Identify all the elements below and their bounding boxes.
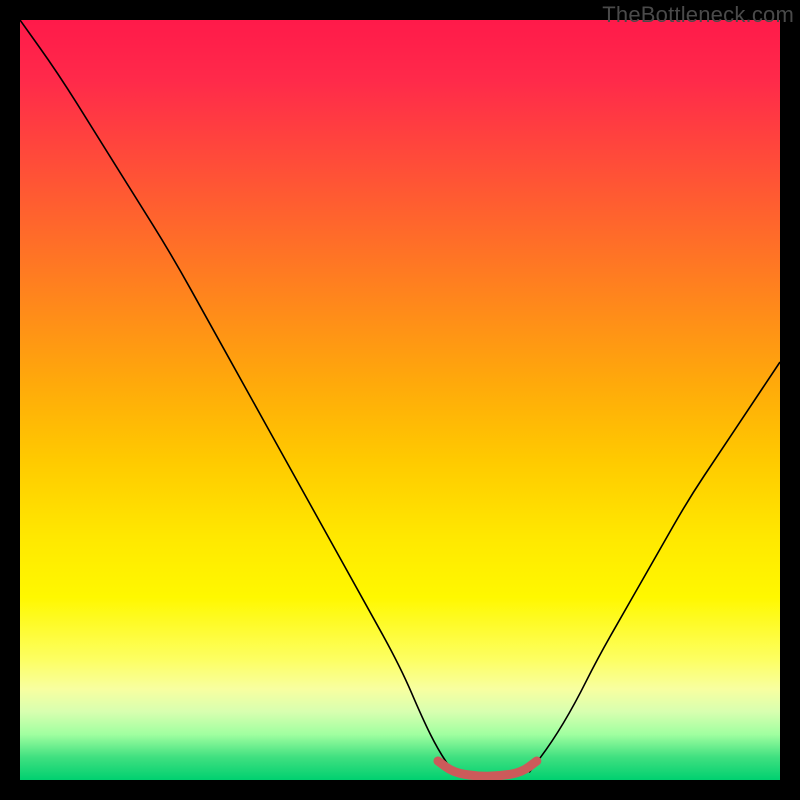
chart-container: TheBottleneck.com <box>0 0 800 800</box>
watermark-text: TheBottleneck.com <box>602 2 794 28</box>
left-curve <box>20 20 453 772</box>
optimal-highlight <box>438 761 537 776</box>
plot-area <box>20 20 780 780</box>
curve-overlay <box>20 20 780 780</box>
right-curve <box>529 362 780 772</box>
